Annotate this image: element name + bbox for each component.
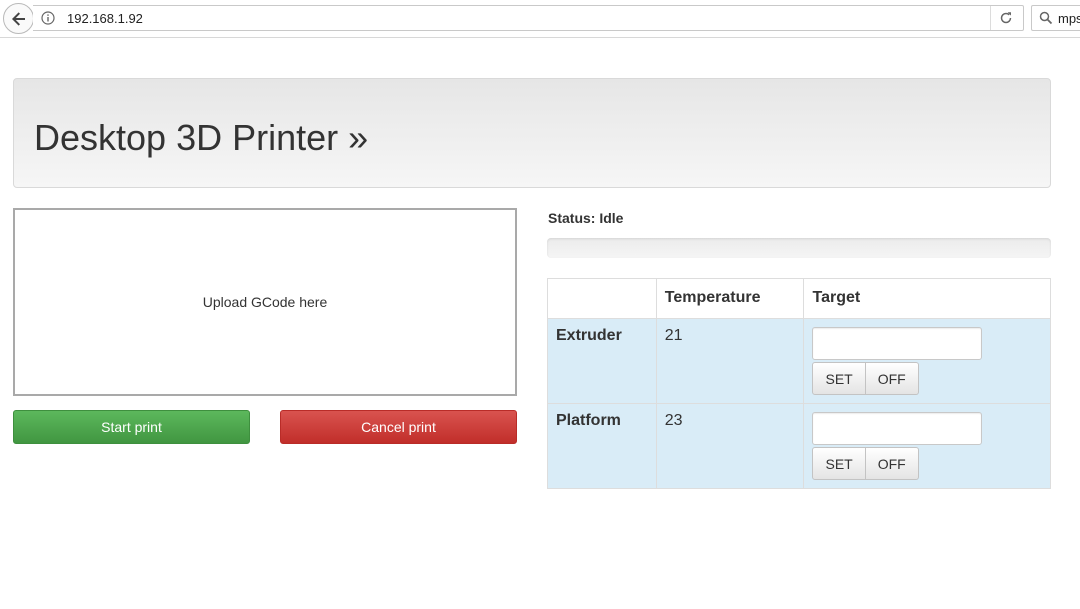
- reload-icon[interactable]: [999, 11, 1013, 25]
- extruder-button-group: SET OFF: [812, 362, 1042, 395]
- url-text[interactable]: 192.168.1.92: [67, 11, 143, 26]
- platform-off-button[interactable]: OFF: [865, 447, 919, 480]
- row-target-cell: SET OFF: [803, 403, 1051, 489]
- row-label: Extruder: [547, 318, 657, 404]
- extruder-set-button[interactable]: SET: [812, 362, 866, 395]
- address-divider: [990, 6, 991, 30]
- platform-target-input[interactable]: [812, 412, 983, 445]
- table-header-row: Temperature Target: [547, 278, 1051, 319]
- search-bar[interactable]: mps: [1031, 5, 1080, 31]
- cancel-print-button[interactable]: Cancel print: [280, 410, 517, 444]
- start-print-button[interactable]: Start print: [13, 410, 250, 444]
- extruder-target-input[interactable]: [812, 327, 983, 360]
- gcode-upload-dropzone[interactable]: Upload GCode here: [13, 208, 517, 396]
- row-label: Platform: [547, 403, 657, 489]
- address-bar[interactable]: 192.168.1.92: [33, 5, 1024, 31]
- temperature-table: Temperature Target Extruder 21 SET OFF P…: [547, 278, 1051, 489]
- page-title: Desktop 3D Printer »: [34, 117, 369, 158]
- header-temperature: Temperature: [655, 278, 805, 319]
- status-text: Status: Idle: [548, 210, 624, 226]
- print-progress-bar: [547, 238, 1051, 258]
- row-target-cell: SET OFF: [803, 318, 1051, 404]
- row-temperature: 23: [655, 403, 805, 489]
- extruder-off-button[interactable]: OFF: [865, 362, 919, 395]
- table-row-extruder: Extruder 21 SET OFF: [547, 318, 1051, 404]
- row-temperature: 21: [655, 318, 805, 404]
- browser-toolbar: 192.168.1.92 mps: [0, 0, 1080, 38]
- arrow-left-icon: [11, 11, 25, 26]
- table-row-platform: Platform 23 SET OFF: [547, 403, 1051, 489]
- platform-button-group: SET OFF: [812, 447, 1042, 480]
- header-target: Target: [803, 278, 1051, 319]
- upload-label: Upload GCode here: [202, 294, 328, 310]
- platform-set-button[interactable]: SET: [812, 447, 866, 480]
- info-icon[interactable]: [41, 11, 55, 25]
- search-icon: [1039, 11, 1053, 25]
- back-button[interactable]: [3, 3, 34, 34]
- page-header: Desktop 3D Printer »: [13, 78, 1051, 188]
- search-text[interactable]: mps: [1058, 11, 1080, 26]
- header-name: [547, 278, 657, 319]
